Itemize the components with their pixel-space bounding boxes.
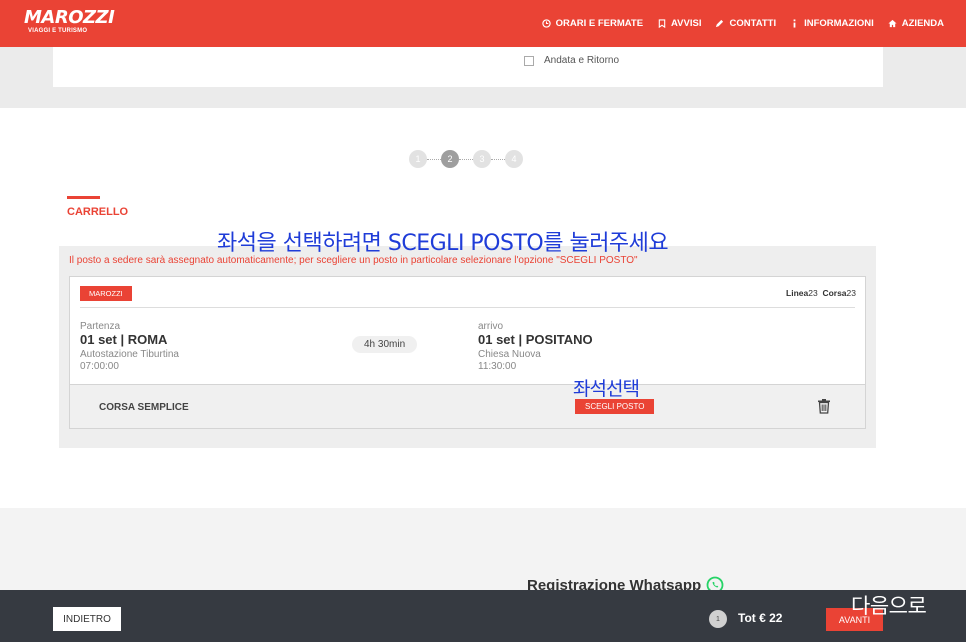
round-trip-option[interactable]: Andata e Ritorno [524,55,619,66]
cart-title: CARRELLO [67,206,129,218]
nav-item-contatti[interactable]: CONTATTI [715,18,776,29]
step-connector [491,158,505,160]
linea-label: Linea [786,288,809,298]
departure-time: 07:00:00 [80,361,119,372]
nav-item-avvisi[interactable]: AVVISI [657,18,701,29]
nav-label: AVVISI [671,18,702,29]
departure-station: Autostazione Tiburtina [80,349,179,360]
top-header: MAROZZI VIAGGI E TURISMO ORARI E FERMATE… [0,0,966,47]
corsa-value: 23 [846,288,856,298]
trip-card: MAROZZI Linea23 Corsa23 Partenza 01 set … [69,276,866,429]
line-info: Linea23 Corsa23 [786,288,856,298]
departure-label: Partenza [80,321,121,332]
section-accent-bar [67,196,100,199]
corsa-label: Corsa [822,288,847,298]
logo-main-text: MAROZZI [24,7,115,28]
back-button[interactable]: INDIETRO [53,607,121,631]
annotation-seat-select: 좌석선택 [573,378,640,400]
trash-icon[interactable] [817,398,831,414]
nav-item-orari[interactable]: ORARI E FERMATE [541,18,644,29]
round-trip-checkbox[interactable] [524,55,534,66]
step-connector [459,158,473,160]
departure-city: 01 set | ROMA [80,332,168,347]
logo-sub-text: VIAGGI E TURISMO [28,28,88,34]
annotation-next: 다음으로 [851,594,927,618]
bottom-action-bar [0,590,966,642]
nav-label: CONTATTI [729,18,777,29]
arrival-time: 11:30:00 [478,361,517,372]
cart-count-badge: 1 [709,610,727,628]
info-icon [790,19,799,28]
nav-label: ORARI E FERMATE [555,18,644,29]
progress-steps: 1 2 3 4 [409,150,523,168]
card-divider [80,307,855,308]
step-4: 4 [505,150,523,168]
arrival-station: Chiesa Nuova [478,349,541,360]
annotation-instruction: 좌석을 선택하려면 SCEGLI POSTO를 눌러주세요 [217,231,669,256]
step-2-active: 2 [441,150,459,168]
nav-label: AZIENDA [901,18,944,29]
trip-duration: 4h 30min [352,336,418,353]
marozzi-logo[interactable]: MAROZZI VIAGGI E TURISMO [24,7,115,35]
step-3: 3 [473,150,491,168]
round-trip-label: Andata e Ritorno [544,55,620,66]
clock-icon [541,19,551,28]
search-card [53,47,883,87]
choose-seat-button[interactable]: SCEGLI POSTO [575,399,655,414]
fare-type: CORSA SEMPLICE [99,402,189,413]
arrival-city: 01 set | POSITANO [478,332,593,347]
nav-item-informazioni[interactable]: INFORMAZIONI [790,18,874,29]
arrival-label: arrivo [478,321,504,332]
departure-block: Partenza 01 set | ROMA Autostazione Tibu… [80,321,179,373]
arrival-block: arrivo 01 set | POSITANO Chiesa Nuova 11… [478,321,593,373]
nav-label: INFORMAZIONI [804,18,874,29]
pencil-icon [715,19,724,28]
lower-section [0,508,966,590]
bookmark-icon [657,19,666,28]
home-icon [888,19,897,28]
nav-item-azienda[interactable]: AZIENDA [888,18,944,29]
step-connector [427,158,441,160]
trip-card-footer: CORSA SEMPLICE SCEGLI POSTO [70,384,865,428]
step-1: 1 [409,150,427,168]
linea-value: 23 [808,288,818,298]
cart-total: Tot € 22 [738,611,783,625]
main-nav: ORARI E FERMATE AVVISI CONTATTI INFORMAZ… [541,0,944,47]
company-badge: MAROZZI [80,286,132,301]
